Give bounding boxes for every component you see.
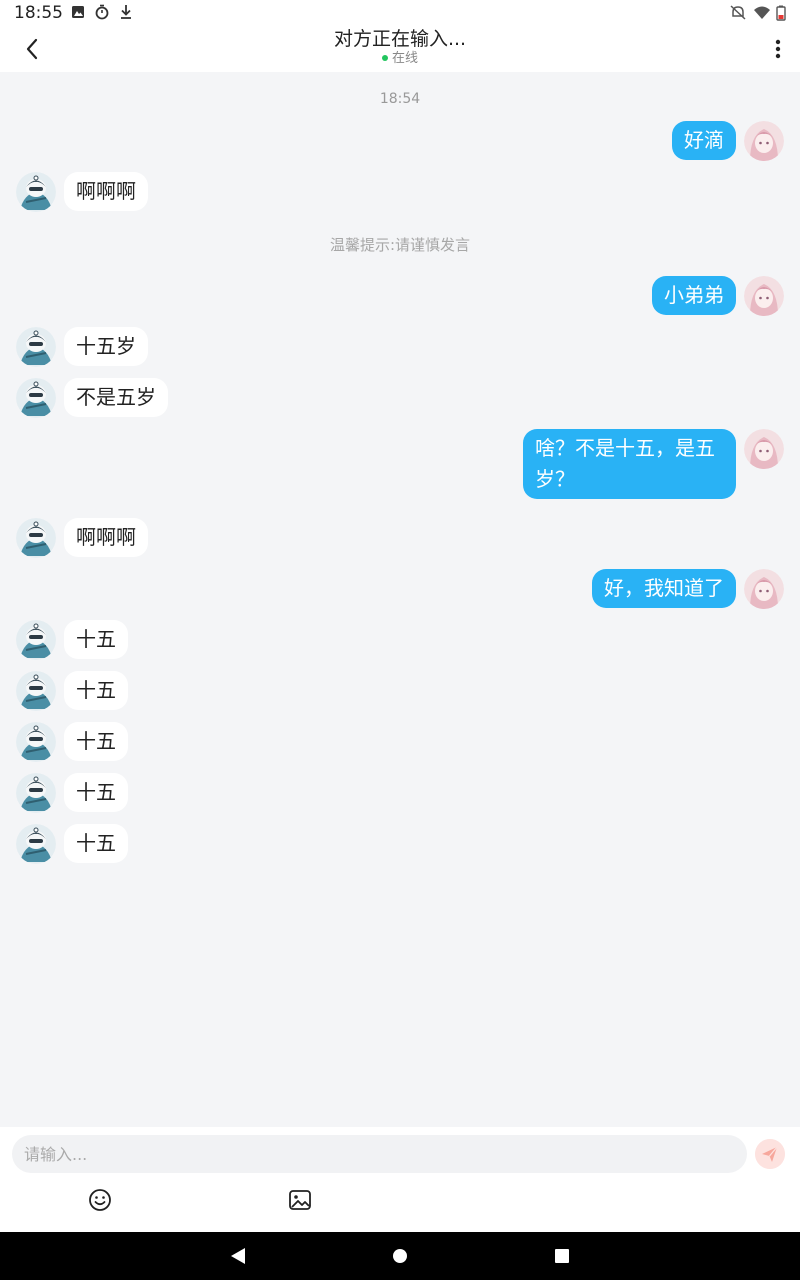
status-bar: 18:55 xyxy=(0,0,800,26)
chat-header: 对方正在输入... 在线 xyxy=(0,26,800,72)
more-vertical-icon xyxy=(775,39,781,59)
send-button[interactable] xyxy=(755,1139,785,1169)
contact-avatar[interactable] xyxy=(16,722,56,762)
contact-avatar[interactable] xyxy=(16,620,56,660)
outgoing-bubble[interactable]: 好滴 xyxy=(672,121,736,160)
wifi-icon xyxy=(754,6,770,19)
incoming-bubble[interactable]: 十五岁 xyxy=(64,327,148,366)
composer xyxy=(0,1127,800,1232)
image-icon xyxy=(289,1190,311,1210)
image-icon xyxy=(72,6,84,18)
online-status: 在线 xyxy=(0,51,800,67)
download-icon xyxy=(121,5,131,19)
incoming-bubble[interactable]: 啊啊啊 xyxy=(64,518,148,557)
time-label: 18:54 xyxy=(379,91,421,107)
emoji-icon xyxy=(89,1189,111,1211)
status-right-icons xyxy=(730,5,786,21)
incoming-bubble[interactable]: 啊啊啊 xyxy=(64,172,148,211)
incoming-bubble[interactable]: 十五 xyxy=(64,620,128,659)
outgoing-bubble[interactable]: 小弟弟 xyxy=(652,276,736,315)
my-avatar[interactable] xyxy=(744,121,784,161)
status-time: 18:55 xyxy=(14,3,63,23)
contact-avatar[interactable] xyxy=(16,671,56,711)
contact-avatar[interactable] xyxy=(16,824,56,864)
emoji-button[interactable] xyxy=(88,1188,112,1212)
incoming-bubble[interactable]: 十五 xyxy=(64,773,128,812)
contact-avatar[interactable] xyxy=(16,378,56,418)
page-title: 对方正在输入... xyxy=(333,28,467,50)
incoming-bubble[interactable]: 十五 xyxy=(64,722,128,761)
timer-icon xyxy=(95,4,109,20)
my-avatar[interactable] xyxy=(744,276,784,316)
system-nav-bar xyxy=(0,1232,800,1280)
contact-avatar[interactable] xyxy=(16,172,56,212)
image-button[interactable] xyxy=(288,1188,312,1212)
incoming-bubble[interactable]: 不是五岁 xyxy=(64,378,168,417)
nav-back-icon[interactable] xyxy=(229,1247,247,1265)
nav-recents-icon[interactable] xyxy=(555,1249,569,1263)
contact-avatar[interactable] xyxy=(16,327,56,367)
battery-low-icon xyxy=(776,5,786,21)
online-dot-icon xyxy=(381,54,388,61)
online-status-label: 在线 xyxy=(391,51,418,66)
outgoing-bubble[interactable]: 啥？不是十五，是五岁？ xyxy=(523,429,736,499)
outgoing-bubble[interactable]: 好，我知道了 xyxy=(592,569,736,608)
my-avatar[interactable] xyxy=(744,429,784,469)
incoming-bubble[interactable]: 十五 xyxy=(64,671,128,710)
nav-home-icon[interactable] xyxy=(393,1249,407,1263)
my-avatar[interactable] xyxy=(744,569,784,609)
bell-off-icon xyxy=(730,5,746,20)
message-input[interactable] xyxy=(12,1135,747,1173)
warning-tip: 温馨提示:请谨慎发言 xyxy=(329,236,471,254)
status-left-icons xyxy=(72,4,131,20)
contact-avatar[interactable] xyxy=(16,773,56,813)
more-button[interactable] xyxy=(768,34,788,64)
incoming-bubble[interactable]: 十五 xyxy=(64,824,128,863)
chat-screen: 18:55 对方正在输入... 在线 18:54 温馨提示:请谨慎发言 好滴 啊… xyxy=(0,0,800,1280)
contact-avatar[interactable] xyxy=(16,518,56,558)
